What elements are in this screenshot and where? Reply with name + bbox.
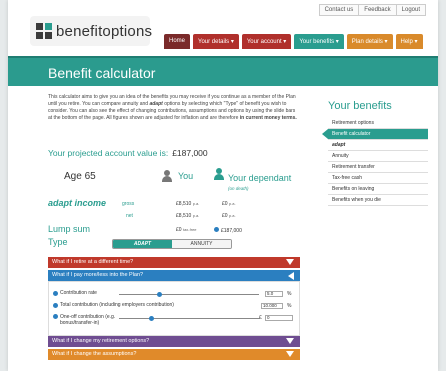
age-label: Age 65 [64, 171, 96, 182]
lump-you-value: £0 tax-free [176, 227, 197, 233]
accordion-retire-time[interactable]: What if I retire at a different time? [48, 257, 300, 268]
help-icon[interactable] [53, 302, 58, 308]
feedback-link[interactable]: Feedback [359, 5, 397, 15]
dep-gross-value: £0 p.a. [222, 201, 236, 207]
lump-dep-value: £187,000 [214, 227, 242, 234]
contribution-panel: Contribution rate 5.0 % Total contributi… [48, 281, 300, 336]
sidebar-item-benefits-on-leaving[interactable]: Benefits on leaving [328, 184, 428, 195]
accordion-pay-more[interactable]: What if I pay more/less into the Plan? [48, 270, 300, 281]
utility-links: Contact us Feedback Logout [318, 4, 426, 16]
help-icon[interactable] [53, 314, 58, 319]
total-contribution-row: Total contribution (including employers … [53, 302, 174, 308]
person-icon [162, 170, 172, 182]
nav-your-account[interactable]: Your account ▾ [241, 34, 292, 49]
logo-icon [36, 23, 52, 39]
page: benefitoptions Contact us Feedback Logou… [8, 0, 438, 371]
dependant-sub: (on death) [228, 186, 249, 191]
accordion-paymore-label: What if I pay more/less into the Plan? [52, 272, 144, 278]
you-label: You [178, 171, 194, 181]
sidebar-title: Your benefits [328, 100, 392, 112]
dependant-label: Your dependant [228, 173, 292, 183]
accordion-change-assumptions-label: What if I change the assumptions? [52, 351, 137, 357]
type-toggle: ADAPT ANNUITY [112, 239, 232, 249]
you-gross-value: £8,510 p.a. [176, 201, 200, 207]
contact-us-link[interactable]: Contact us [320, 5, 360, 15]
title-banner: Benefit calculator [8, 56, 438, 86]
sidebar-item-retirement-options[interactable]: Retirement options [328, 118, 428, 129]
page-title: Benefit calculator [48, 65, 156, 81]
sidebar: Your benefits Retirement options Benefit… [322, 100, 428, 206]
sidebar-item-annuity[interactable]: Annuity [328, 151, 428, 162]
contribution-rate-label: Contribution rate [60, 290, 97, 296]
nav-plan-details[interactable]: Plan details ▾ [346, 34, 393, 49]
contribution-rate-slider[interactable] [119, 292, 259, 297]
dependant-person-icon [214, 168, 224, 180]
percent-sign: % [287, 291, 292, 297]
oneoff-contribution-row: One-off contribution (e.g. bonus/transfe… [53, 314, 117, 326]
accordion-change-assumptions[interactable]: What if I change the assumptions? [48, 349, 300, 360]
you-net-value: £8,510 p.a. [176, 213, 200, 219]
logo-text: benefitoptions [56, 22, 153, 40]
lump-sum-label: Lump sum [48, 224, 91, 234]
gross-label: gross [122, 201, 135, 207]
triangle-left-icon [288, 271, 294, 280]
main-nav: Home Your details ▾ Your account ▾ Your … [164, 34, 423, 49]
accordion-change-options[interactable]: What if I change my retirement options? [48, 336, 300, 347]
sidebar-item-adapt[interactable]: adapt [328, 140, 428, 151]
pound-sign: £ [259, 315, 262, 321]
projected-value: Your projected account value is: £187,000 [48, 148, 208, 158]
sidebar-item-tax-free-cash[interactable]: Tax-free cash [328, 173, 428, 184]
slider-handle[interactable] [149, 316, 154, 321]
logout-link[interactable]: Logout [397, 5, 425, 15]
triangle-down-icon [286, 259, 294, 265]
dep-net-value: £0 p.a. [222, 213, 236, 219]
sidebar-item-benefit-calculator[interactable]: Benefit calculator [322, 129, 428, 140]
type-label: Type [48, 237, 68, 247]
header: benefitoptions Contact us Feedback Logou… [8, 0, 438, 56]
oneoff-contribution-input[interactable]: 0 [265, 315, 293, 321]
dependant-column-header: Your dependant (on death) [214, 168, 291, 191]
total-contribution-label: Total contribution (including employers … [60, 302, 174, 308]
triangle-down-icon [286, 351, 294, 357]
sidebar-menu: Retirement options Benefit calculator ad… [322, 118, 428, 206]
info-icon [214, 227, 219, 232]
net-label: net [126, 213, 133, 219]
intro-adapt: adapt [149, 101, 163, 107]
oneoff-slider[interactable] [119, 316, 259, 321]
sidebar-item-retirement-transfer[interactable]: Retirement transfer [328, 162, 428, 173]
slider-handle[interactable] [157, 292, 162, 297]
logo[interactable]: benefitoptions [30, 16, 153, 46]
nav-home[interactable]: Home [164, 34, 191, 49]
sidebar-item-benefits-when-you-die[interactable]: Benefits when you die [328, 195, 428, 206]
contribution-rate-row: Contribution rate [53, 290, 97, 296]
contribution-rate-input[interactable]: 5.0 [265, 291, 283, 297]
total-contribution-input[interactable]: 10.000 [261, 303, 283, 309]
percent-sign: % [287, 303, 292, 309]
nav-your-details[interactable]: Your details ▾ [193, 34, 239, 49]
accordion-retire-label: What if I retire at a different time? [52, 259, 134, 265]
oneoff-contribution-label: One-off contribution (e.g. bonus/transfe… [60, 314, 116, 326]
type-adapt-option[interactable]: ADAPT [113, 240, 172, 248]
type-annuity-option[interactable]: ANNUITY [172, 240, 231, 248]
triangle-down-icon [286, 338, 294, 344]
help-icon[interactable] [53, 290, 58, 296]
you-column-header: You [162, 170, 193, 182]
intro-bold-end: in current money terms. [239, 115, 297, 121]
adapt-income-label: adapt income [48, 198, 107, 208]
nav-your-benefits[interactable]: Your benefits ▾ [294, 34, 344, 49]
accordion-change-options-label: What if I change my retirement options? [52, 338, 150, 344]
nav-help[interactable]: Help ▾ [395, 34, 423, 49]
intro-text: This calculator aims to give you an idea… [48, 94, 298, 122]
projected-amount: £187,000 [172, 148, 208, 158]
projected-label: Your projected account value is: [48, 148, 169, 158]
